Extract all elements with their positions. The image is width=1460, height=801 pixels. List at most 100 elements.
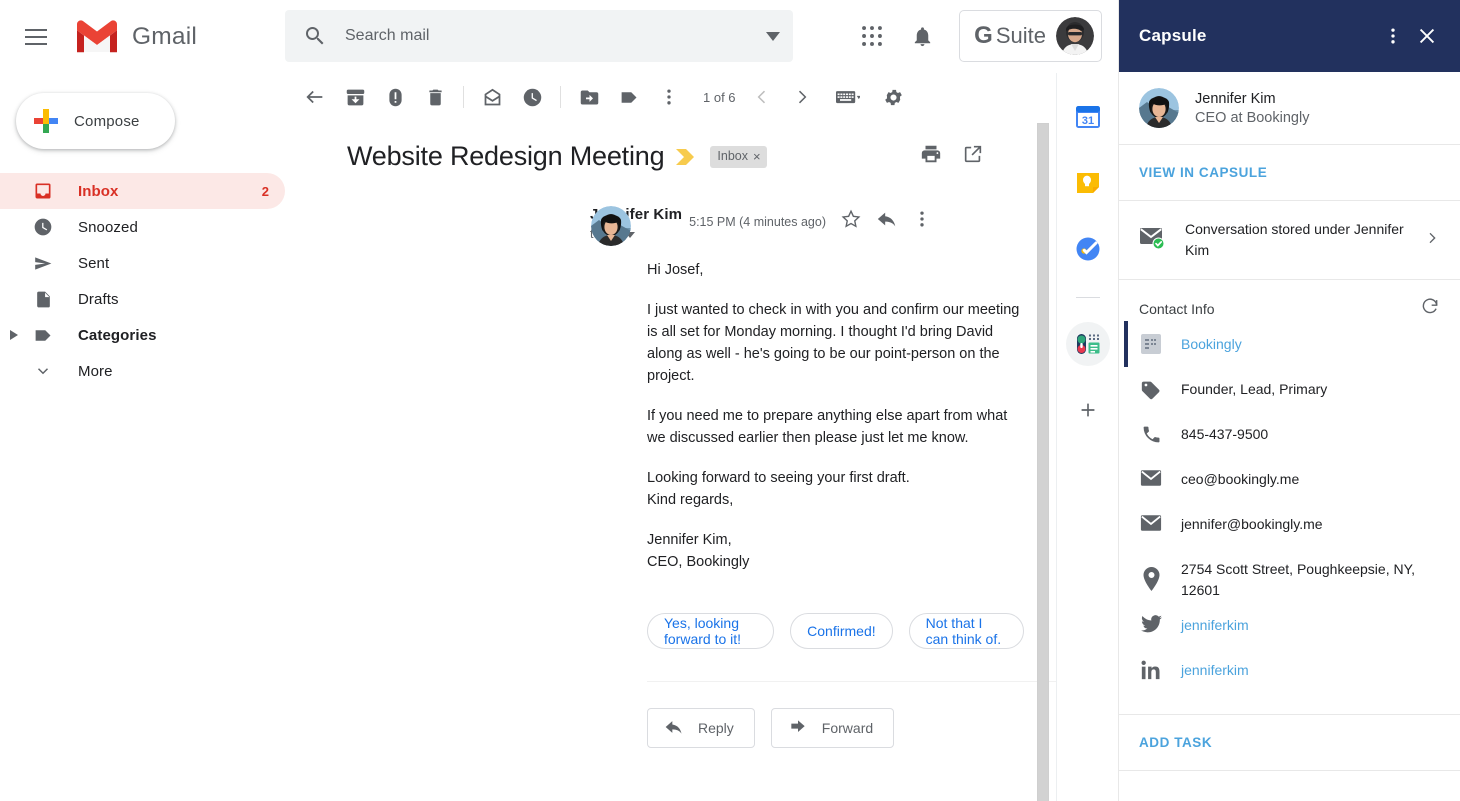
close-icon[interactable]: × xyxy=(753,149,761,164)
body-closing-line: Looking forward to seeing your first dra… xyxy=(647,467,1024,489)
reply-button[interactable]: Reply xyxy=(647,708,755,748)
trash-icon[interactable] xyxy=(415,77,455,117)
gmail-m-icon xyxy=(74,19,120,54)
inbox-unread-count: 2 xyxy=(262,184,269,199)
add-addon-button[interactable] xyxy=(1066,388,1110,432)
scrollbar[interactable] xyxy=(1037,123,1049,801)
smart-reply-chip[interactable]: Confirmed! xyxy=(790,613,892,649)
print-icon[interactable] xyxy=(920,143,942,170)
label-chip-inbox[interactable]: Inbox × xyxy=(710,146,766,168)
sidebar-item-label: Snoozed xyxy=(78,219,269,236)
chevron-left-icon[interactable] xyxy=(742,77,782,117)
more-vertical-icon[interactable] xyxy=(649,77,689,117)
chevron-right-icon[interactable] xyxy=(782,77,822,117)
conversation-stored-text: Conversation stored under Jennifer Kim xyxy=(1185,219,1406,261)
sidebar-item-drafts[interactable]: Drafts xyxy=(0,281,285,317)
archive-icon[interactable] xyxy=(335,77,375,117)
conversation-stored-row[interactable]: Conversation stored under Jennifer Kim xyxy=(1119,201,1460,279)
smart-reply-chip[interactable]: Yes, looking forward to it! xyxy=(647,613,774,649)
apps-grid-icon[interactable] xyxy=(849,13,895,59)
contact-row-organization[interactable]: Bookingly xyxy=(1139,329,1440,374)
smart-reply-row: Yes, looking forward to it! Confirmed! N… xyxy=(285,591,1024,649)
compose-button[interactable]: Compose xyxy=(16,93,175,149)
avatar[interactable] xyxy=(1056,17,1094,55)
contact-row-text[interactable]: Bookingly xyxy=(1181,332,1242,355)
contact-row-text: Founder, Lead, Primary xyxy=(1181,377,1327,400)
contact-row-text[interactable]: jenniferkim xyxy=(1181,613,1249,636)
gmail-wordmark: Gmail xyxy=(132,23,197,51)
message-scroll-area: Website Redesign Meeting Inbox × xyxy=(285,121,1056,801)
sidebar-item-more[interactable]: More xyxy=(0,353,285,389)
report-spam-icon[interactable] xyxy=(375,77,415,117)
send-icon xyxy=(28,253,58,274)
organization-icon xyxy=(1139,332,1163,354)
open-in-new-window-icon[interactable] xyxy=(962,143,984,170)
tag-icon xyxy=(1139,377,1163,401)
message-pane: 1 of 6 xyxy=(285,73,1056,801)
reply-arrow-icon[interactable] xyxy=(876,208,898,235)
avatar[interactable] xyxy=(591,206,631,246)
search-bar[interactable] xyxy=(285,10,793,62)
sidebar-item-categories[interactable]: Categories xyxy=(0,317,285,353)
google-tasks-icon[interactable] xyxy=(1066,227,1110,271)
sidebar-item-sent[interactable]: Sent xyxy=(0,245,285,281)
search-icon xyxy=(303,24,327,48)
search-input[interactable] xyxy=(345,27,753,45)
sidebar-item-label: Drafts xyxy=(78,291,269,308)
capsule-addon-icon[interactable] xyxy=(1066,322,1110,366)
sidebar-item-snoozed[interactable]: Snoozed xyxy=(0,209,285,245)
sidebar-item-inbox[interactable]: Inbox 2 xyxy=(0,173,285,209)
label-tag-icon[interactable] xyxy=(609,77,649,117)
expand-categories-icon[interactable] xyxy=(10,330,20,340)
contact-row-address: 2754 Scott Street, Poughkeepsie, NY, 126… xyxy=(1139,554,1440,610)
mark-unread-icon[interactable] xyxy=(472,77,512,117)
top-app-bar: Gmail xyxy=(0,0,1118,73)
capsule-title: Capsule xyxy=(1139,26,1376,46)
top-bar-actions: G Suite xyxy=(849,8,1102,64)
gmail-body: Compose Inbox 2 Snoozed xyxy=(0,73,1118,801)
close-icon[interactable] xyxy=(1410,19,1444,53)
add-task-link[interactable]: ADD TASK xyxy=(1119,715,1460,770)
view-in-capsule-link[interactable]: VIEW IN CAPSULE xyxy=(1119,145,1460,200)
more-vertical-icon[interactable] xyxy=(1376,19,1410,53)
sidebar-item-label: More xyxy=(78,363,269,380)
move-to-folder-icon[interactable] xyxy=(569,77,609,117)
contact-row-phone: 845-437-9500 xyxy=(1139,419,1440,464)
search-options-icon[interactable] xyxy=(753,32,793,41)
chevron-right-icon[interactable] xyxy=(1424,230,1440,251)
contact-row-linkedin[interactable]: jenniferkim xyxy=(1139,655,1440,700)
contact-avatar xyxy=(1139,88,1179,128)
bell-icon[interactable] xyxy=(899,13,945,59)
gmail-logo[interactable]: Gmail xyxy=(74,19,197,54)
contact-row-twitter[interactable]: jenniferkim xyxy=(1139,610,1440,655)
email-icon xyxy=(1139,467,1163,487)
body-paragraph: I just wanted to check in with you and c… xyxy=(647,299,1024,387)
contact-name: Jennifer Kim xyxy=(1195,91,1309,107)
refresh-icon[interactable] xyxy=(1420,296,1440,321)
toolbar-divider xyxy=(560,86,561,108)
contact-info-rows: Bookingly Founder, Lead, Primary 845-437… xyxy=(1119,329,1460,714)
contact-row-email: jennifer@bookingly.me xyxy=(1139,509,1440,554)
body-closing-line: Kind regards, xyxy=(647,489,1024,511)
google-keep-icon[interactable] xyxy=(1066,161,1110,205)
sidebar: Compose Inbox 2 Snoozed xyxy=(0,73,285,801)
back-arrow-icon[interactable] xyxy=(295,77,335,117)
contact-row-text[interactable]: jenniferkim xyxy=(1181,658,1249,681)
contact-info-title: Contact Info xyxy=(1139,301,1420,317)
smart-reply-chip[interactable]: Not that I can think of. xyxy=(909,613,1024,649)
reply-arrow-icon xyxy=(664,717,684,740)
star-icon[interactable] xyxy=(840,208,862,235)
forward-button[interactable]: Forward xyxy=(771,708,894,748)
snooze-clock-icon[interactable] xyxy=(512,77,552,117)
importance-chevron-icon[interactable] xyxy=(676,148,698,166)
message-toolbar: 1 of 6 xyxy=(285,73,1056,121)
gear-icon[interactable] xyxy=(874,77,914,117)
main-menu-icon[interactable] xyxy=(12,13,60,61)
account-gsuite-button[interactable]: G Suite xyxy=(959,10,1102,62)
label-chip-text: Inbox xyxy=(717,149,748,163)
keyboard-icon[interactable] xyxy=(822,77,874,117)
gmail-main: Gmail xyxy=(0,0,1118,801)
google-calendar-icon[interactable]: 31 xyxy=(1066,95,1110,139)
divider xyxy=(1076,297,1100,298)
more-vertical-icon[interactable] xyxy=(912,209,932,234)
